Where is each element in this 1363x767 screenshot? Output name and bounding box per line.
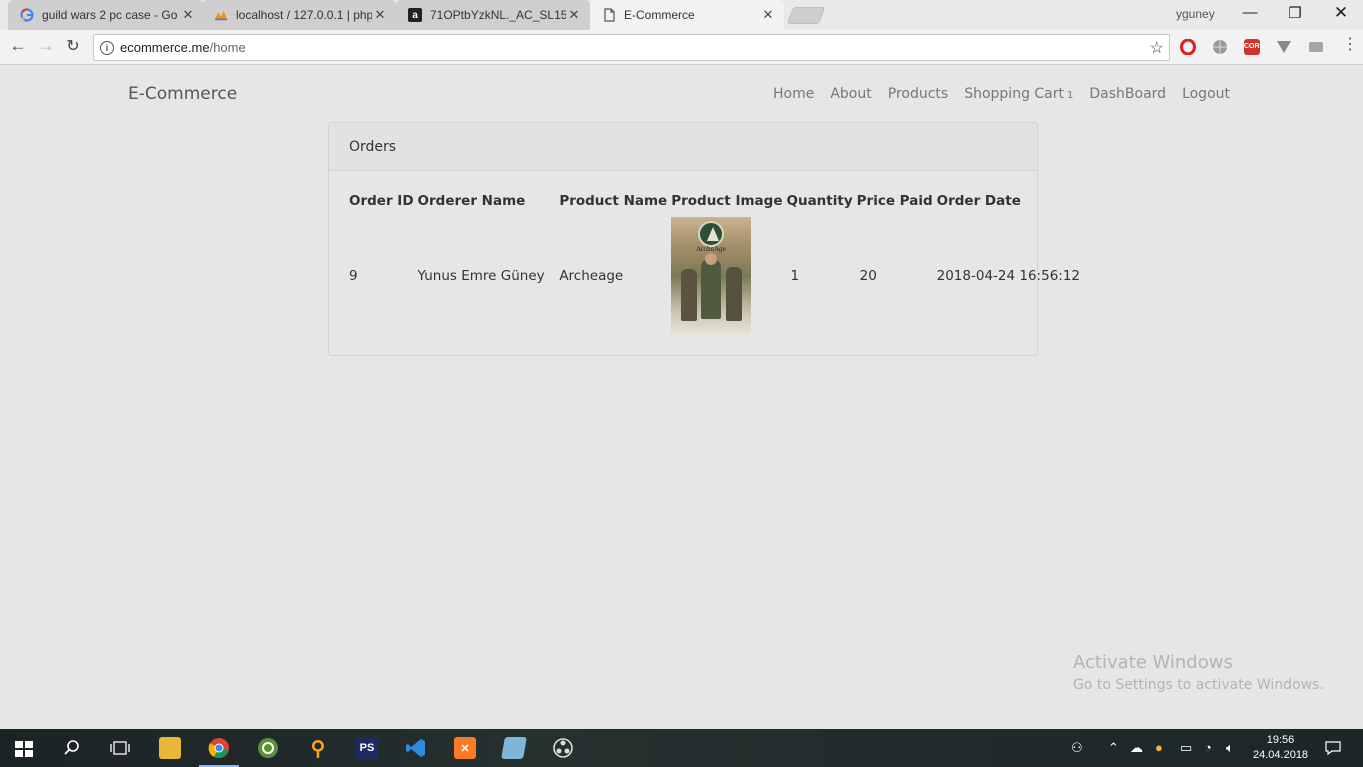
wifi-icon[interactable]: ◔ xyxy=(1204,740,1212,755)
close-window-icon[interactable]: ✕ xyxy=(1331,3,1351,23)
info-icon[interactable]: i xyxy=(100,40,114,55)
artwork-figure-right xyxy=(726,267,743,321)
nav-shopping-cart[interactable]: Shopping Cart 1 xyxy=(964,86,1073,102)
column-header: Product Image xyxy=(671,193,783,209)
url-text[interactable]: ecommerce.me/home xyxy=(120,40,246,55)
column-header: Product Name xyxy=(559,193,668,209)
table-header-row: Order ID Orderer Name Product Name Produ… xyxy=(349,193,1080,217)
web-page: E-Commerce Home About Products Shopping … xyxy=(0,66,1363,728)
tab-ecommerce[interactable]: E-Commerce ✕ xyxy=(590,0,784,30)
archeage-logo-icon xyxy=(698,221,725,247)
windows-activation-watermark: Activate Windows Go to Settings to activ… xyxy=(1073,652,1324,693)
tab-google-search[interactable]: guild wars 2 pc case - Go ✕ xyxy=(8,0,204,30)
profile-name[interactable]: yguney xyxy=(1176,7,1215,21)
artwork-figure-center xyxy=(701,259,722,319)
search-icon[interactable] xyxy=(61,737,83,759)
tab-close-icon[interactable]: ✕ xyxy=(372,7,388,23)
nav-home[interactable]: Home xyxy=(773,86,814,102)
product-image-caption: ArcheAge xyxy=(696,246,727,253)
windows-taskbar: ⚲ PS ✕ ⚇ ⌃ ☁ ● ▭ ◔ 🔈︎ 19:56 24.04.2018 xyxy=(0,729,1363,767)
tab-title: localhost / 127.0.0.1 | php xyxy=(236,8,372,22)
android-studio-icon[interactable] xyxy=(257,737,279,759)
watermark-subtitle: Go to Settings to activate Windows. xyxy=(1073,677,1324,693)
price-paid-cell: 20 xyxy=(859,268,877,284)
chrome-menu-icon[interactable]: ⋮ xyxy=(1342,37,1358,53)
tab-close-icon[interactable]: ✕ xyxy=(760,7,776,23)
orders-panel: Orders Order ID Orderer Name Product Nam… xyxy=(328,122,1080,356)
nav-shopping-cart-label: Shopping Cart xyxy=(964,86,1065,102)
table-row: 9 Yunus Emre Güney Archeage ArcheAge 1 2… xyxy=(349,217,1080,335)
file-explorer-icon[interactable] xyxy=(159,737,181,759)
orders-table: Order ID Orderer Name Product Name Produ… xyxy=(349,193,1080,335)
quantity-cell: 1 xyxy=(790,268,800,284)
amazon-icon: a xyxy=(408,8,422,22)
product-image-cell: ArcheAge xyxy=(671,217,786,335)
watermark-title: Activate Windows xyxy=(1073,652,1233,673)
vscode-icon[interactable] xyxy=(405,737,427,759)
new-tab-button[interactable] xyxy=(786,7,826,24)
column-header: Orderer Name xyxy=(417,193,526,209)
chrome-icon[interactable] xyxy=(199,737,239,767)
product-name-cell: Archeage xyxy=(559,268,624,284)
tab-close-icon[interactable]: ✕ xyxy=(180,7,196,23)
notification-app-icon[interactable]: ● xyxy=(1155,740,1163,755)
clock-time: 19:56 xyxy=(1266,734,1295,746)
vuejs-icon[interactable] xyxy=(1276,39,1292,55)
nav-about[interactable]: About xyxy=(830,86,871,102)
back-icon[interactable]: ← xyxy=(8,36,28,56)
people-icon[interactable]: ⚇ xyxy=(1071,740,1083,756)
task-view-icon[interactable] xyxy=(109,737,131,759)
google-icon xyxy=(20,8,34,22)
tab-title: E-Commerce xyxy=(624,8,695,22)
product-image: ArcheAge xyxy=(671,217,752,335)
column-header: Price Paid xyxy=(856,193,933,209)
action-center-icon[interactable] xyxy=(1325,740,1341,759)
nav-products[interactable]: Products xyxy=(888,86,948,102)
orders-heading: Orders xyxy=(329,123,1037,171)
system-clock[interactable]: 19:56 24.04.2018 xyxy=(1253,733,1308,763)
artwork-figure-left xyxy=(681,269,698,321)
cors-icon[interactable]: CORS xyxy=(1244,39,1264,55)
reload-icon[interactable]: ↻ xyxy=(63,36,83,56)
orderer-name-cell: Yunus Emre Güney xyxy=(417,268,545,284)
column-header: Quantity xyxy=(786,193,853,209)
nav-dashboard[interactable]: DashBoard xyxy=(1089,86,1166,102)
opera-icon[interactable] xyxy=(1180,38,1196,56)
phpmyadmin-icon xyxy=(214,8,228,22)
forward-icon[interactable]: → xyxy=(36,36,56,56)
xampp-icon[interactable]: ✕ xyxy=(454,737,476,759)
obs-icon[interactable] xyxy=(552,737,574,759)
page-icon xyxy=(602,8,616,22)
cart-count-badge: 1 xyxy=(1067,90,1074,101)
show-hidden-icons-chevron-icon[interactable]: ⌃ xyxy=(1108,740,1119,756)
battery-icon[interactable]: ▭ xyxy=(1180,740,1192,756)
tab-title: guild wars 2 pc case - Go xyxy=(42,8,178,22)
search-everything-icon[interactable]: ⚲ xyxy=(307,737,329,760)
column-header: Order ID xyxy=(349,193,414,209)
windows-start-icon[interactable] xyxy=(15,741,33,757)
volume-icon[interactable]: 🔈︎ xyxy=(1226,740,1234,756)
order-date-cell: 2018-04-24 16:56:12 xyxy=(936,268,1081,284)
clock-date: 24.04.2018 xyxy=(1253,749,1309,761)
cast-icon[interactable] xyxy=(1308,39,1324,55)
browser-toolbar: ← → ↻ i ecommerce.me/home ☆ CORS xyxy=(0,30,1363,65)
bookmark-star-icon[interactable]: ☆ xyxy=(1150,38,1164,58)
site-brand[interactable]: E-Commerce xyxy=(128,84,237,104)
tab-amazon-image[interactable]: a 71OPtbYzkNL._AC_SL150 ✕ xyxy=(396,0,590,30)
order-id-cell: 9 xyxy=(349,268,358,284)
column-header: Order Date xyxy=(936,193,1021,209)
address-bar[interactable]: i ecommerce.me/home ☆ xyxy=(93,34,1170,61)
globe-icon[interactable] xyxy=(1212,39,1228,55)
tab-phpmyadmin[interactable]: localhost / 127.0.0.1 | php ✕ xyxy=(202,0,396,30)
restore-icon[interactable]: ❐ xyxy=(1285,4,1305,22)
nav-logout[interactable]: Logout xyxy=(1182,86,1230,102)
minimize-icon[interactable]: — xyxy=(1240,4,1260,21)
tab-title: 71OPtbYzkNL._AC_SL150 xyxy=(430,8,566,22)
onedrive-icon[interactable]: ☁ xyxy=(1130,740,1143,756)
site-navigation: Home About Products Shopping Cart 1 DashB… xyxy=(773,86,1230,102)
notes-icon[interactable] xyxy=(501,737,527,759)
phpstorm-icon[interactable]: PS xyxy=(356,737,378,759)
tab-strip: guild wars 2 pc case - Go ✕ localhost / … xyxy=(0,0,1363,30)
tab-close-icon[interactable]: ✕ xyxy=(566,7,582,23)
